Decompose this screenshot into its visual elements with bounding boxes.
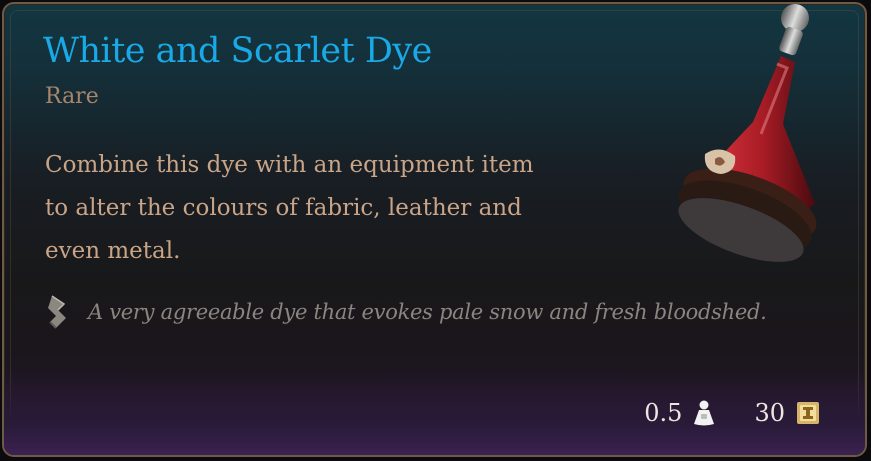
flavor-text: A very agreeable dye that evokes pale sn… (88, 300, 767, 324)
weight-value: 0.5 (644, 399, 683, 427)
value-stat: 30 (754, 399, 821, 427)
quill-icon (48, 295, 66, 329)
flavor-row: A very agreeable dye that evokes pale sn… (44, 292, 824, 332)
dye-bottle-icon (678, 4, 817, 262)
item-stats: 0.5 30 (644, 393, 821, 433)
weight-icon (694, 400, 715, 426)
description-line: even metal. (45, 238, 181, 264)
gold-coin-icon (797, 402, 819, 424)
description-line: to alter the colours of fabric, leather … (45, 195, 522, 221)
item-rarity: Rare (45, 84, 99, 109)
description-line: Combine this dye with an equipment item (45, 152, 534, 178)
item-name: White and Scarlet Dye (43, 31, 432, 71)
gold-value: 30 (754, 399, 785, 427)
item-description: Combine this dye with an equipment item … (45, 144, 615, 273)
weight-stat: 0.5 (644, 399, 716, 427)
item-tooltip: White and Scarlet Dye Rare Combine this … (2, 2, 867, 457)
